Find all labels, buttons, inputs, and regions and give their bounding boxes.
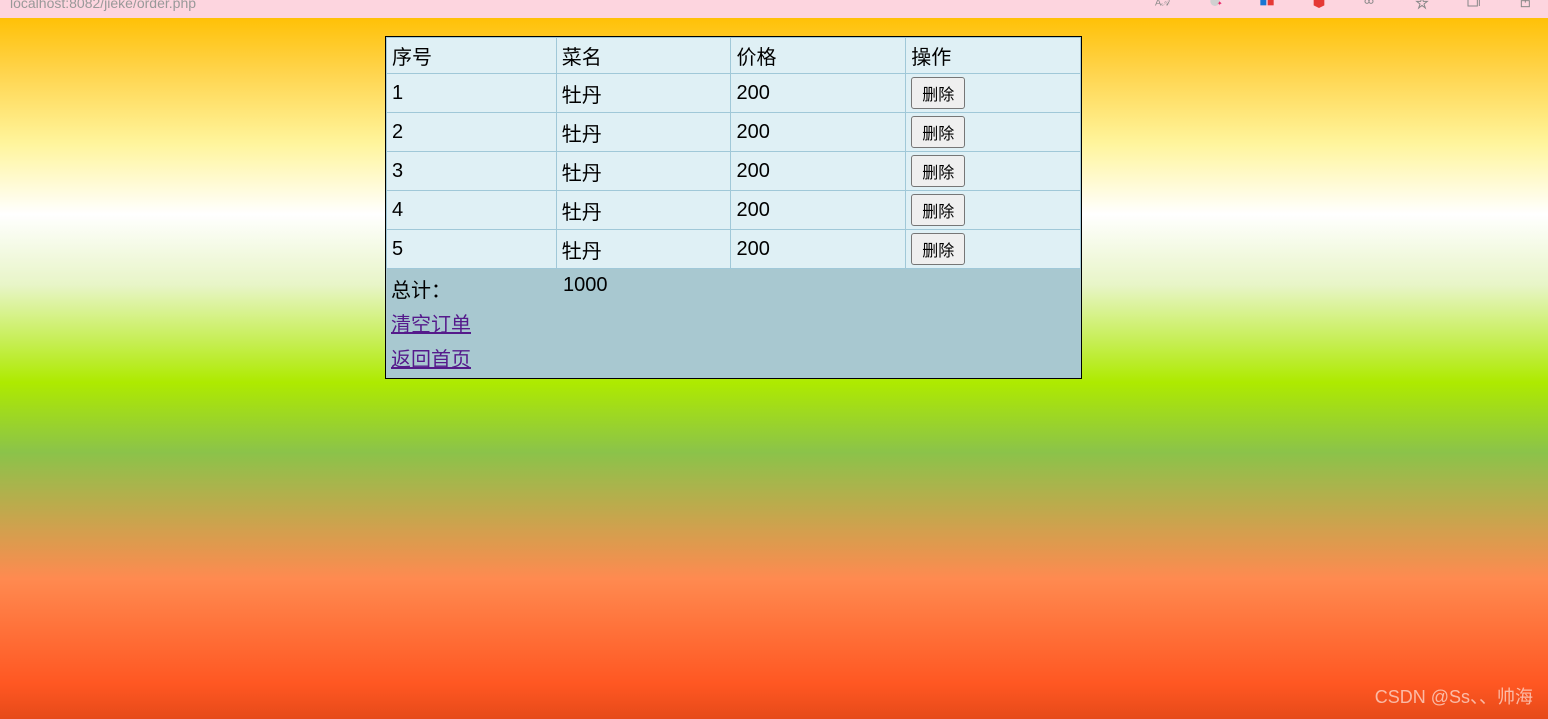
cell-price: 200: [731, 113, 906, 152]
delete-button[interactable]: 删除: [911, 233, 965, 265]
collections-icon[interactable]: [1464, 0, 1486, 12]
table-row: 4 牡丹 200 删除: [387, 191, 1081, 230]
cell-id: 3: [387, 152, 557, 191]
header-price: 价格: [731, 38, 906, 74]
back-home-link[interactable]: 返回首页: [391, 349, 471, 371]
cell-action: 删除: [906, 113, 1081, 152]
cell-name: 牡丹: [556, 191, 731, 230]
cell-id: 2: [387, 113, 557, 152]
cell-action: 删除: [906, 230, 1081, 269]
menu-icon[interactable]: [1360, 0, 1382, 12]
table-row: 3 牡丹 200 删除: [387, 152, 1081, 191]
cell-action: 删除: [906, 191, 1081, 230]
url-text: localhost:8082/jieke/order.php: [10, 0, 196, 11]
cell-name: 牡丹: [556, 113, 731, 152]
browser-toolbar-icons: A𝒜 ✦: [1152, 0, 1538, 12]
svg-text:✦: ✦: [1217, 0, 1223, 7]
cell-id: 5: [387, 230, 557, 269]
cell-price: 200: [731, 152, 906, 191]
order-footer: 总计： 1000 清空订单 返回首页: [386, 269, 1081, 378]
cell-price: 200: [731, 191, 906, 230]
cell-name: 牡丹: [556, 74, 731, 113]
header-name: 菜名: [556, 38, 731, 74]
browser-address-bar: localhost:8082/jieke/order.php A𝒜 ✦: [0, 0, 1548, 18]
cell-price: 200: [731, 230, 906, 269]
extension-1-icon[interactable]: [1256, 0, 1278, 12]
table-row: 2 牡丹 200 删除: [387, 113, 1081, 152]
clear-order-link[interactable]: 清空订单: [391, 314, 471, 336]
share-icon[interactable]: [1516, 0, 1538, 12]
translate-icon[interactable]: ✦: [1204, 0, 1226, 12]
page-body: 序号 菜名 价格 操作 1 牡丹 200 删除 2 牡丹 200 删除 3 牡丹…: [0, 18, 1548, 719]
watermark-text: CSDN @Ss、、帅海: [1375, 683, 1533, 709]
cell-id: 4: [387, 191, 557, 230]
cell-name: 牡丹: [556, 152, 731, 191]
extension-2-icon[interactable]: [1308, 0, 1330, 12]
favorites-icon[interactable]: [1412, 0, 1434, 12]
table-row: 5 牡丹 200 删除: [387, 230, 1081, 269]
reader-icon[interactable]: A𝒜: [1152, 0, 1174, 12]
total-value: 1000: [563, 274, 608, 303]
svg-text:A𝒜: A𝒜: [1155, 0, 1170, 7]
header-id: 序号: [387, 38, 557, 74]
order-panel: 序号 菜名 价格 操作 1 牡丹 200 删除 2 牡丹 200 删除 3 牡丹…: [385, 36, 1082, 379]
delete-button[interactable]: 删除: [911, 77, 965, 109]
table-header-row: 序号 菜名 价格 操作: [387, 38, 1081, 74]
cell-action: 删除: [906, 152, 1081, 191]
cell-name: 牡丹: [556, 230, 731, 269]
header-action: 操作: [906, 38, 1081, 74]
table-row: 1 牡丹 200 删除: [387, 74, 1081, 113]
order-table: 序号 菜名 价格 操作 1 牡丹 200 删除 2 牡丹 200 删除 3 牡丹…: [386, 37, 1081, 269]
cell-id: 1: [387, 74, 557, 113]
cell-action: 删除: [906, 74, 1081, 113]
delete-button[interactable]: 删除: [911, 194, 965, 226]
delete-button[interactable]: 删除: [911, 116, 965, 148]
total-label: 总计：: [391, 274, 563, 303]
cell-price: 200: [731, 74, 906, 113]
total-row: 总计： 1000: [391, 272, 1076, 305]
delete-button[interactable]: 删除: [911, 155, 965, 187]
